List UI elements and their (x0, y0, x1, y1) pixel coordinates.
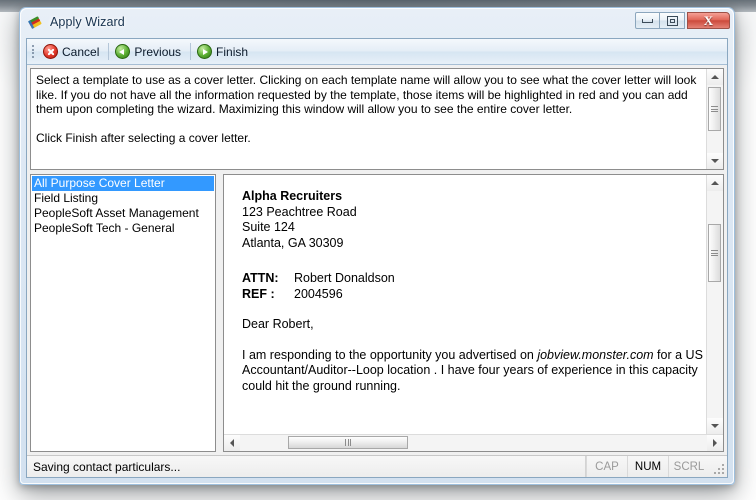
letter-ref-label: REF : (242, 286, 275, 301)
scroll-thumb[interactable] (708, 224, 721, 282)
previous-button[interactable]: Previous (111, 40, 188, 63)
apply-wizard-window: Apply Wizard X Cancel Previous Finish Se… (19, 7, 735, 485)
toolbar-grip-handle[interactable] (30, 43, 36, 60)
minimize-icon (642, 18, 653, 23)
scroll-thumb[interactable] (288, 436, 408, 449)
letter-spacer (242, 333, 706, 348)
status-badge-num: NUM (627, 456, 668, 477)
colored-blocks-icon (27, 14, 44, 31)
toolbar-separator (190, 43, 192, 60)
scroll-up-button[interactable] (707, 175, 723, 191)
chevron-left-icon (230, 439, 234, 447)
arrow-right-icon (197, 44, 213, 59)
minimize-button[interactable] (635, 12, 660, 29)
chevron-up-icon (711, 181, 719, 185)
letter-attn-label: ATTN: (242, 271, 279, 285)
letter-spacer (242, 302, 706, 317)
status-bar: Saving contact particulars... CAP NUM SC… (27, 455, 727, 477)
letter-body-text-b: for a US (653, 347, 703, 362)
wizard-toolbar: Cancel Previous Finish (27, 39, 727, 65)
toolbar-separator (108, 43, 110, 60)
cancel-button-label: Cancel (62, 44, 100, 59)
pane-splitter[interactable] (216, 174, 223, 452)
letter-salutation: Dear Robert, (242, 317, 314, 331)
letter-body-site-link: jobview.monster.com (537, 347, 654, 362)
cover-letter-preview-pane: Alpha Recruiters 123 Peachtree Road Suit… (223, 174, 724, 452)
letter-address-line-3: Atlanta, GA 30309 (242, 235, 344, 250)
preview-horizontal-scrollbar[interactable] (224, 434, 723, 451)
letter-ref-row: REF : 2004596 (242, 287, 706, 303)
letter-attn-value: Robert Donaldson (294, 271, 395, 285)
scroll-left-button[interactable] (224, 435, 240, 451)
title-bar[interactable]: Apply Wizard X (20, 8, 734, 36)
instructions-paragraph-2: Click Finish after selecting a cover let… (36, 130, 251, 145)
close-button[interactable]: X (687, 12, 730, 29)
cancel-icon (43, 44, 58, 59)
arrow-left-icon (115, 44, 131, 59)
restore-button[interactable] (660, 12, 685, 29)
preview-body: Alpha Recruiters 123 Peachtree Road Suit… (224, 175, 723, 434)
chevron-up-icon (711, 75, 719, 79)
instructions-text: Select a template to use as a cover lett… (31, 69, 706, 169)
scroll-track[interactable] (240, 435, 707, 451)
scroll-track[interactable] (707, 191, 723, 418)
letter-attn-row: ATTN: Robert Donaldson (242, 271, 706, 287)
status-badge-cap: CAP (586, 456, 627, 477)
list-item[interactable]: All Purpose Cover Letter (32, 176, 214, 191)
scroll-thumb-grip (711, 250, 718, 256)
chevron-down-icon (711, 424, 719, 428)
previous-button-label: Previous (134, 44, 182, 59)
list-item[interactable]: Field Listing (32, 191, 214, 206)
letter-spacer (242, 251, 706, 271)
scroll-thumb-grip (345, 439, 351, 446)
resize-grip[interactable] (709, 456, 727, 477)
status-badge-scrl: SCRL (668, 456, 709, 477)
scroll-thumb[interactable] (708, 87, 721, 131)
window-title: Apply Wizard (50, 15, 125, 29)
status-message: Saving contact particulars... (27, 456, 586, 477)
restore-icon (666, 15, 678, 26)
instructions-pane: Select a template to use as a cover lett… (30, 68, 724, 170)
close-icon: X (703, 13, 714, 28)
finish-button-label: Finish (216, 44, 249, 59)
scroll-right-button[interactable] (707, 435, 723, 451)
scroll-thumb-grip (711, 106, 718, 112)
caption-button-group: X (635, 12, 730, 29)
preview-vertical-scrollbar[interactable] (706, 175, 723, 434)
scroll-track[interactable] (707, 85, 723, 153)
main-split-area: All Purpose Cover Letter Field Listing P… (30, 174, 724, 452)
letter-company: Alpha Recruiters (242, 189, 343, 203)
client-area: Cancel Previous Finish Select a template… (26, 38, 728, 478)
chevron-right-icon (713, 439, 717, 447)
instructions-vertical-scrollbar[interactable] (706, 69, 723, 169)
list-item[interactable]: PeopleSoft Asset Management (32, 206, 214, 221)
letter-body-line-1: I am responding to the opportunity you a… (242, 348, 706, 364)
instructions-paragraph-1: Select a template to use as a cover lett… (36, 73, 697, 116)
list-item[interactable]: PeopleSoft Tech - General (32, 221, 214, 236)
scroll-down-button[interactable] (707, 153, 723, 169)
letter-address-line-1: 123 Peachtree Road (242, 204, 357, 219)
letter-body-line-3: could hit the ground running. (242, 378, 401, 393)
finish-button[interactable]: Finish (193, 40, 255, 63)
letter-body-line-2: Accountant/Auditor--Loop location . I ha… (242, 363, 698, 377)
chevron-down-icon (711, 159, 719, 163)
letter-address-line-2: Suite 124 (242, 220, 295, 234)
letter-ref-value: 2004596 (294, 286, 343, 301)
scroll-up-button[interactable] (707, 69, 723, 85)
cover-letter-text: Alpha Recruiters 123 Peachtree Road Suit… (224, 175, 706, 434)
cancel-button[interactable]: Cancel (39, 40, 106, 63)
scroll-down-button[interactable] (707, 418, 723, 434)
letter-body-text-a: I am responding to the opportunity you a… (242, 347, 538, 362)
template-listbox[interactable]: All Purpose Cover Letter Field Listing P… (30, 174, 216, 452)
